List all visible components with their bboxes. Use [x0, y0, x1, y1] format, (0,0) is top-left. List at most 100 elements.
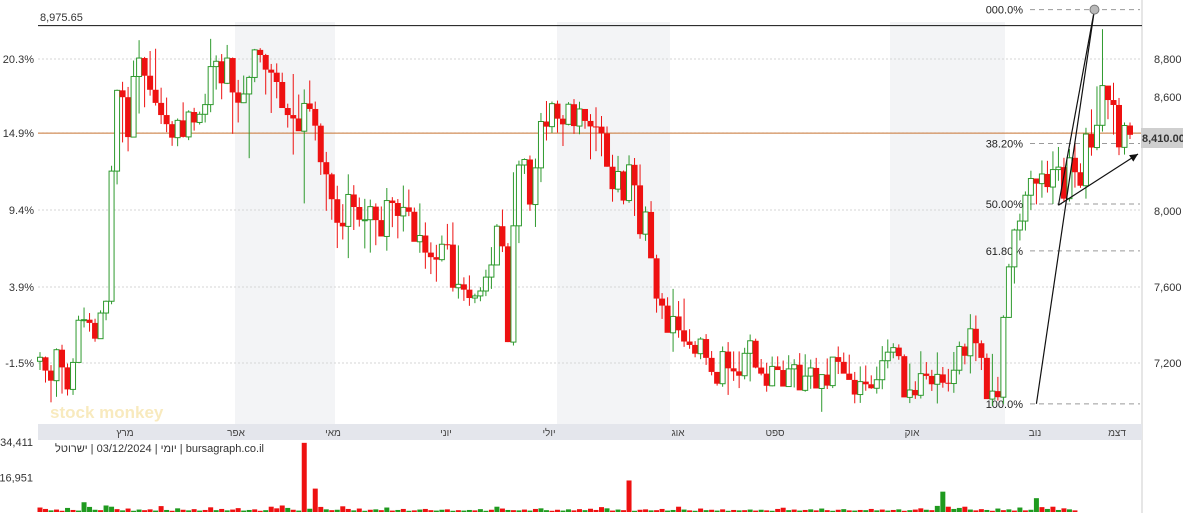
- candle-body: [648, 211, 655, 259]
- candle: [697, 337, 704, 360]
- candle-body: [851, 379, 858, 395]
- volume-bar: [147, 509, 153, 512]
- candle: [846, 354, 853, 380]
- volume-bar: [54, 509, 60, 512]
- candle: [433, 244, 440, 282]
- month-label: יוני: [440, 428, 452, 439]
- candle-body: [1093, 124, 1100, 149]
- volume-bar: [510, 510, 516, 512]
- candle: [1127, 122, 1133, 139]
- volume-bar: [186, 510, 192, 512]
- volume-bar: [626, 480, 632, 512]
- watermark-logo: stock monkey: [50, 403, 164, 422]
- candle-body: [482, 276, 489, 292]
- candle-body: [1082, 133, 1089, 187]
- volume-bar: [808, 509, 814, 512]
- candle: [681, 298, 688, 347]
- volume-bar: [81, 502, 87, 512]
- candle-body: [312, 108, 319, 126]
- y-left-tick: 14.9%: [3, 128, 34, 140]
- candle-body: [752, 340, 759, 368]
- candle: [174, 118, 181, 147]
- volume-bar: [92, 509, 98, 512]
- candle-body: [174, 119, 181, 139]
- candle: [53, 348, 60, 397]
- volume-bar: [120, 510, 126, 512]
- candle-body: [967, 328, 974, 357]
- candle-body: [873, 379, 880, 389]
- candle: [851, 371, 858, 404]
- candle-body: [471, 295, 478, 299]
- candle: [1071, 141, 1078, 188]
- candle-body: [840, 361, 847, 374]
- candle-body: [769, 365, 776, 387]
- candle: [1110, 82, 1117, 135]
- fib-level-label: 38.20%: [986, 139, 1024, 151]
- volume-bar: [824, 510, 830, 512]
- volume-bar: [87, 506, 93, 512]
- candle: [824, 358, 831, 390]
- volume-bar: [643, 509, 649, 512]
- volume-bar: [665, 510, 671, 512]
- volume-bar: [125, 508, 131, 512]
- volume-bar: [610, 510, 616, 512]
- candle: [862, 365, 869, 391]
- candle: [70, 358, 77, 395]
- candle-body: [1077, 172, 1084, 186]
- candle: [64, 363, 71, 396]
- candle-body: [119, 90, 126, 98]
- anchor-point: [1089, 4, 1100, 15]
- candle-body: [895, 347, 902, 357]
- volume-bar: [549, 510, 555, 512]
- candle-body: [829, 356, 836, 387]
- volume-bar: [175, 508, 181, 512]
- candle: [97, 310, 104, 340]
- candle: [1055, 146, 1062, 181]
- volume-bar: [984, 509, 990, 512]
- candle-body: [824, 374, 831, 386]
- candle-body: [81, 319, 88, 322]
- volume-bar: [213, 510, 219, 512]
- volume-bar: [720, 509, 726, 512]
- volume-bar: [301, 442, 307, 512]
- candle: [207, 38, 214, 113]
- candle: [180, 102, 187, 138]
- candle: [92, 318, 99, 342]
- volume-bar: [599, 507, 605, 512]
- volume-bar: [995, 508, 1001, 512]
- volume-bar: [98, 510, 104, 512]
- volume-bar: [582, 510, 588, 512]
- candle-body: [290, 115, 297, 119]
- volume-bar: [290, 509, 296, 512]
- volume-bar: [384, 507, 390, 512]
- candle: [152, 48, 159, 106]
- candle: [692, 341, 699, 358]
- volume-bar: [356, 508, 362, 512]
- candle: [1044, 160, 1051, 193]
- candle-body: [53, 349, 60, 382]
- candle: [471, 293, 478, 304]
- candle: [763, 362, 770, 392]
- candle: [455, 245, 462, 299]
- candle: [42, 356, 49, 383]
- candle: [339, 204, 346, 240]
- candle-body: [1088, 134, 1095, 148]
- candle-body: [978, 343, 985, 358]
- volume-bar: [153, 510, 159, 512]
- candle: [532, 158, 539, 227]
- candle-body: [620, 171, 627, 201]
- candle-body: [906, 389, 913, 398]
- candle-body: [1099, 85, 1106, 126]
- volume-bar: [362, 510, 368, 512]
- last-price-value: 8,410.00: [1142, 133, 1183, 145]
- candle-body: [1027, 178, 1034, 196]
- candle-body: [1127, 125, 1133, 135]
- volume-bar: [758, 509, 764, 512]
- candle: [796, 353, 803, 391]
- volume-bar: [65, 507, 71, 512]
- candle: [1115, 97, 1122, 156]
- volume-bar: [731, 509, 737, 512]
- candle-body: [224, 57, 231, 84]
- candle: [1033, 178, 1040, 205]
- candle-body: [334, 199, 341, 223]
